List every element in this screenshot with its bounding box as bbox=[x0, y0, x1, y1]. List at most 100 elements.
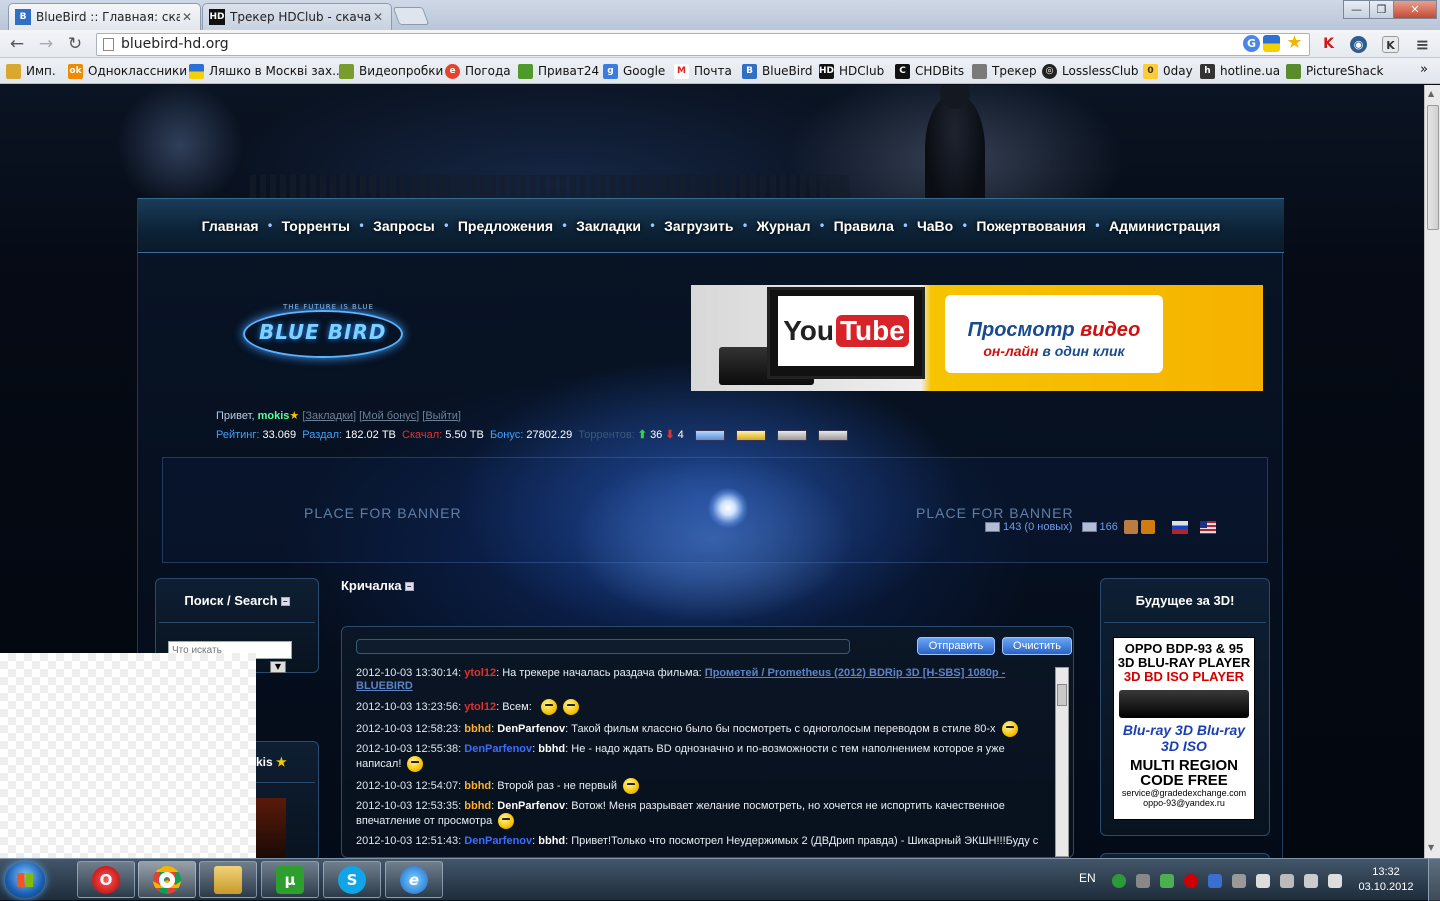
bookmark-star-icon[interactable]: ★ bbox=[1286, 34, 1303, 52]
reload-icon[interactable]: ↻ bbox=[64, 34, 86, 54]
forward-icon[interactable]: → bbox=[35, 34, 57, 54]
site-logo[interactable]: THE FUTURE IS BLUE BLUE BIRD bbox=[243, 298, 408, 368]
menu-administration[interactable]: Администрация bbox=[1109, 218, 1220, 234]
shout-author[interactable]: ytol12 bbox=[464, 667, 496, 679]
volume-icon[interactable] bbox=[1328, 874, 1342, 888]
taskbar-opera[interactable]: O bbox=[77, 861, 135, 898]
send-button[interactable]: Отправить bbox=[917, 637, 995, 655]
menu-home[interactable]: Главная bbox=[202, 218, 259, 234]
collapse-toggle-icon[interactable]: − bbox=[404, 582, 414, 592]
bookmark-item[interactable]: Имп. bbox=[6, 62, 56, 80]
oppo-ad[interactable]: OPPO BDP-93 & 95 3D BLU-RAY PLAYER 3D BD… bbox=[1113, 637, 1255, 820]
menu-upload[interactable]: Загрузить bbox=[664, 218, 733, 234]
close-icon[interactable]: ✕ bbox=[371, 10, 385, 24]
shout-input[interactable] bbox=[356, 639, 850, 654]
bookmark-item[interactable]: g Google bbox=[603, 62, 665, 80]
menu-faq[interactable]: ЧаВо bbox=[917, 218, 953, 234]
shout-author[interactable]: bbhd bbox=[464, 800, 491, 812]
language-indicator[interactable]: EN bbox=[1079, 871, 1096, 885]
tray-opera-icon[interactable] bbox=[1184, 874, 1198, 888]
network-icon[interactable] bbox=[1304, 874, 1318, 888]
menu-requests[interactable]: Запросы bbox=[373, 218, 435, 234]
bookmark-item[interactable]: ok Одноклассники bbox=[68, 62, 187, 80]
banner-placeholder-right[interactable]: PLACE FOR BANNER bbox=[916, 505, 1074, 521]
leeching-count[interactable]: 4 bbox=[678, 429, 684, 441]
menu-icon[interactable]: ≡ bbox=[1414, 36, 1431, 53]
avatar[interactable] bbox=[256, 798, 286, 858]
tray-app-icon[interactable] bbox=[1112, 874, 1126, 888]
bookmark-item[interactable]: Видеопробки bbox=[339, 62, 443, 80]
bookmark-item[interactable]: Приват24 bbox=[518, 62, 599, 80]
system-clock[interactable]: 13:32 03.10.2012 bbox=[1355, 865, 1417, 895]
scroll-up-icon[interactable]: ▲ bbox=[1428, 89, 1434, 98]
shout-scrollbar[interactable] bbox=[1055, 667, 1069, 857]
clear-button[interactable]: Очистить bbox=[1002, 637, 1072, 655]
bookmark-item[interactable]: Трекер bbox=[972, 62, 1037, 80]
bookmark-item[interactable]: e Погода bbox=[445, 62, 511, 80]
scroll-down-icon[interactable]: ▼ bbox=[1428, 843, 1434, 852]
close-window-button[interactable]: ✕ bbox=[1393, 0, 1437, 19]
chevron-down-icon[interactable]: ▼ bbox=[270, 661, 286, 673]
menu-offers[interactable]: Предложения bbox=[458, 218, 553, 234]
bookmarks-link[interactable]: Закладки bbox=[305, 410, 353, 422]
bookmark-item[interactable]: ◎ LosslessClub bbox=[1042, 62, 1138, 80]
shout-author[interactable]: bbhd bbox=[464, 723, 491, 735]
tray-app-icon[interactable] bbox=[1136, 874, 1150, 888]
youtube-ad-banner[interactable]: You Tube Просмотр видео он-лайн в один кл… bbox=[691, 285, 1263, 391]
back-icon[interactable]: ← bbox=[6, 34, 28, 54]
minimize-button[interactable]: — bbox=[1343, 0, 1370, 19]
taskbar-utorrent[interactable]: µ bbox=[261, 861, 319, 898]
tab-hdclub[interactable]: HD Трекер HDClub - скачать ✕ bbox=[202, 3, 392, 30]
shout-author[interactable]: ytol12 bbox=[464, 701, 496, 713]
close-icon[interactable]: ✕ bbox=[180, 10, 194, 24]
bookmark-item[interactable]: Ляшко в Москві зах... bbox=[189, 62, 344, 80]
menu-donations[interactable]: Пожертвования bbox=[976, 218, 1086, 234]
bookmark-item[interactable]: B BlueBird bbox=[742, 62, 812, 80]
shout-recipient[interactable]: bbhd bbox=[538, 835, 565, 847]
banner-placeholder-left[interactable]: PLACE FOR BANNER bbox=[304, 505, 462, 521]
page-scrollbar[interactable]: ▲ ▼ bbox=[1424, 85, 1440, 858]
kaspersky-icon[interactable]: K bbox=[1320, 36, 1337, 53]
more-bookmarks-icon[interactable]: » bbox=[1420, 60, 1428, 78]
shout-author[interactable]: bbhd bbox=[464, 780, 491, 792]
shout-recipient[interactable]: DenParfenov bbox=[497, 800, 565, 812]
google-translate-icon[interactable]: G bbox=[1243, 35, 1260, 52]
show-desktop-button[interactable] bbox=[1428, 859, 1440, 901]
collapse-toggle-icon[interactable]: − bbox=[280, 597, 290, 607]
maximize-button[interactable]: ❐ bbox=[1369, 0, 1394, 19]
tray-app-icon[interactable] bbox=[1280, 874, 1294, 888]
menu-rules[interactable]: Правила bbox=[834, 218, 894, 234]
address-bar[interactable]: bluebird-hd.org bbox=[96, 33, 1310, 56]
shout-recipient[interactable]: bbhd bbox=[538, 743, 565, 755]
ukraine-flag-icon[interactable] bbox=[1263, 35, 1280, 52]
shout-recipient[interactable]: DenParfenov bbox=[497, 723, 565, 735]
scroll-thumb[interactable] bbox=[1427, 105, 1439, 230]
shout-author[interactable]: DenParfenov bbox=[464, 835, 532, 847]
new-tab-button[interactable] bbox=[392, 7, 430, 25]
action-center-icon[interactable] bbox=[1256, 874, 1270, 888]
taskbar-explorer[interactable] bbox=[199, 861, 257, 898]
taskbar-chrome[interactable] bbox=[138, 861, 196, 898]
menu-log[interactable]: Журнал bbox=[757, 218, 811, 234]
shout-author[interactable]: DenParfenov bbox=[464, 743, 532, 755]
my-bonus-link[interactable]: Мой бонус bbox=[362, 410, 416, 422]
bookmark-item[interactable]: M Почта bbox=[674, 62, 732, 80]
username-link[interactable]: mokis bbox=[258, 410, 290, 422]
taskbar-ie[interactable]: e bbox=[385, 861, 443, 898]
taskbar-skype[interactable]: S bbox=[323, 861, 381, 898]
bookmark-item[interactable]: h hotline.ua bbox=[1200, 62, 1280, 80]
menu-torrents[interactable]: Торренты bbox=[282, 218, 350, 234]
bookmark-item[interactable]: 0 0day bbox=[1143, 62, 1193, 80]
tray-app-icon[interactable] bbox=[1232, 874, 1246, 888]
bookmark-item[interactable]: C CHDBits bbox=[895, 62, 964, 80]
extension-icon[interactable]: K bbox=[1382, 36, 1399, 53]
tray-app-icon[interactable] bbox=[1160, 874, 1174, 888]
tab-bluebird[interactable]: B BlueBird :: Главная: скачат ✕ bbox=[8, 3, 201, 30]
seeding-count[interactable]: 36 bbox=[650, 429, 662, 441]
bluetooth-icon[interactable] bbox=[1208, 874, 1222, 888]
menu-bookmarks[interactable]: Закладки bbox=[576, 218, 641, 234]
logout-link[interactable]: Выйти bbox=[425, 410, 458, 422]
bookmark-item[interactable]: HD HDClub bbox=[819, 62, 884, 80]
vpn-icon[interactable]: ◉ bbox=[1350, 36, 1367, 53]
start-button[interactable] bbox=[5, 862, 45, 898]
